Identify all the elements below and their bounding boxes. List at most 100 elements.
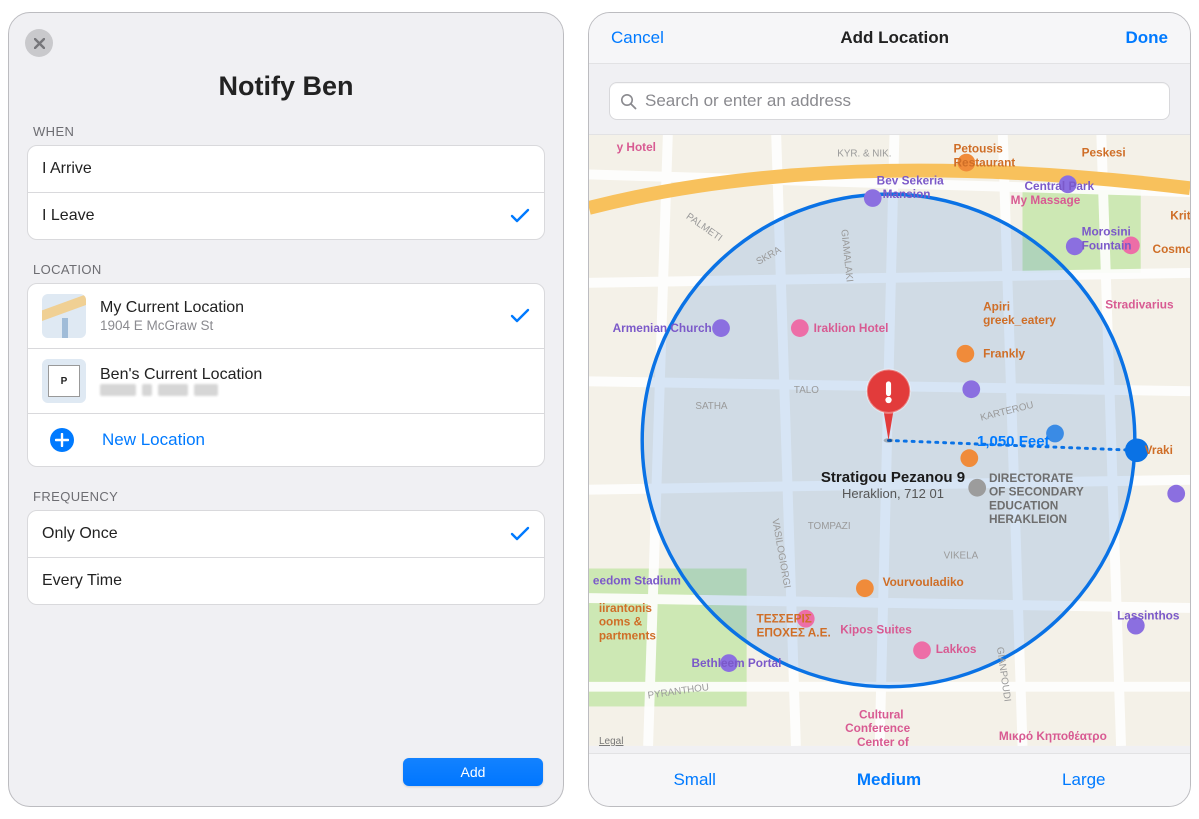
add-location-panel: Cancel Add Location Done Search or enter… (588, 12, 1191, 807)
size-large[interactable]: Large (1062, 770, 1105, 790)
svg-text:Peskesi: Peskesi (1082, 146, 1126, 160)
svg-text:Μικρό Κηποθέατρο: Μικρό Κηποθέατρο (999, 729, 1107, 743)
map-thumb-icon: P (42, 359, 86, 403)
location-card: My Current Location 1904 E McGraw St P B… (27, 283, 545, 467)
radius-label: 1,050 Feet (977, 433, 1050, 450)
svg-text:KYR. & NIK.: KYR. & NIK. (837, 149, 891, 160)
svg-text:Cosmos: Cosmos (1153, 242, 1190, 256)
svg-text:Apiri: Apiri (983, 299, 1010, 313)
checkmark-icon (510, 525, 530, 543)
svg-text:Stradivarius: Stradivarius (1105, 297, 1174, 311)
pin-city: Heraklion, 712 01 (821, 486, 965, 501)
svg-text:EDUCATION: EDUCATION (989, 498, 1058, 512)
section-frequency: FREQUENCY Only Once Every Time (27, 489, 545, 605)
size-tabs: Small Medium Large (589, 753, 1190, 806)
svg-text:Iraklion Hotel: Iraklion Hotel (814, 321, 889, 335)
frequency-option-label: Every Time (42, 572, 122, 590)
when-option-label: I Arrive (42, 160, 92, 178)
section-header-frequency: FREQUENCY (27, 489, 545, 510)
new-location-label: New Location (102, 430, 205, 450)
page-title: Notify Ben (27, 71, 545, 102)
cancel-button[interactable]: Cancel (611, 28, 664, 48)
map-thumb-icon (42, 294, 86, 338)
svg-text:Central Park: Central Park (1024, 179, 1094, 193)
svg-text:HERAKLEION: HERAKLEION (989, 512, 1067, 526)
frequency-option-once[interactable]: Only Once (28, 511, 544, 557)
location-subtitle-redacted (100, 384, 262, 396)
legal-link[interactable]: Legal (599, 736, 623, 747)
svg-text:VIKELA: VIKELA (944, 551, 979, 562)
svg-text:Conference: Conference (845, 721, 910, 735)
add-button-label: Add (461, 764, 486, 780)
notify-panel: Notify Ben WHEN I Arrive I Leave LOCATIO… (8, 12, 564, 807)
location-item-my-current[interactable]: My Current Location 1904 E McGraw St (28, 284, 544, 348)
svg-text:OF SECONDARY: OF SECONDARY (989, 485, 1084, 499)
svg-text:Mansion: Mansion (883, 187, 931, 201)
svg-text:Frankly: Frankly (983, 347, 1025, 361)
svg-text:Morosini: Morosini (1082, 224, 1131, 238)
when-card: I Arrive I Leave (27, 145, 545, 240)
navbar: Cancel Add Location Done (589, 13, 1190, 64)
when-option-arrive[interactable]: I Arrive (28, 146, 544, 192)
nav-title: Add Location (840, 28, 949, 48)
pin-address-label: Stratigou Pezanou 9 Heraklion, 712 01 (821, 469, 965, 501)
search-icon (620, 93, 637, 110)
svg-text:iirantonis: iirantonis (599, 601, 653, 615)
size-small[interactable]: Small (673, 770, 716, 790)
svg-text:SATHA: SATHA (695, 401, 728, 412)
svg-text:Armenian Church: Armenian Church (613, 321, 712, 335)
svg-text:Bev Sekeria: Bev Sekeria (877, 173, 944, 187)
svg-text:Kipos Suites: Kipos Suites (840, 623, 912, 637)
svg-text:TALO: TALO (794, 385, 819, 396)
map-canvas: Armenian Church Iraklion Hotel Apiri gre… (589, 135, 1190, 746)
svg-text:Lakkos: Lakkos (936, 642, 977, 656)
section-location: LOCATION My Current Location 1904 E McGr… (27, 262, 545, 467)
svg-text:ΕΠΟΧΕΣ Α.Ε.: ΕΠΟΧΕΣ Α.Ε. (756, 625, 830, 639)
svg-text:greek_eatery: greek_eatery (983, 313, 1056, 327)
svg-text:DIRECTORATE: DIRECTORATE (989, 471, 1073, 485)
size-medium[interactable]: Medium (857, 770, 921, 790)
frequency-option-label: Only Once (42, 525, 118, 543)
location-item-ben-current[interactable]: P Ben's Current Location (28, 348, 544, 413)
svg-text:Vourvouladiko: Vourvouladiko (883, 575, 964, 589)
svg-text:Petousis: Petousis (954, 142, 1004, 156)
location-title: My Current Location (100, 299, 244, 317)
when-option-leave[interactable]: I Leave (28, 192, 544, 239)
when-option-label: I Leave (42, 207, 94, 225)
done-button[interactable]: Done (1125, 28, 1168, 48)
svg-text:Kritiko: Kritiko (1170, 209, 1190, 223)
section-header-when: WHEN (27, 124, 545, 145)
search-placeholder: Search or enter an address (645, 91, 851, 111)
section-header-location: LOCATION (27, 262, 545, 283)
location-title: Ben's Current Location (100, 366, 262, 384)
frequency-option-every[interactable]: Every Time (28, 557, 544, 604)
add-button[interactable]: Add (403, 758, 543, 786)
search-input[interactable]: Search or enter an address (609, 82, 1170, 120)
checkmark-icon (510, 207, 530, 225)
svg-text:y Hotel: y Hotel (617, 140, 656, 154)
svg-text:partments: partments (599, 628, 657, 642)
svg-text:My Massage: My Massage (1011, 193, 1081, 207)
search-wrap: Search or enter an address (589, 64, 1190, 135)
svg-text:ooms &: ooms & (599, 615, 643, 629)
section-when: WHEN I Arrive I Leave (27, 124, 545, 240)
svg-text:Vraki: Vraki (1145, 443, 1173, 457)
new-location-button[interactable]: New Location (28, 413, 544, 466)
svg-text:Restaurant: Restaurant (954, 156, 1016, 170)
plus-icon (50, 428, 74, 452)
svg-text:ΤΕΣΣΕΡΙΣ: ΤΕΣΣΕΡΙΣ (756, 612, 811, 626)
map[interactable]: Armenian Church Iraklion Hotel Apiri gre… (589, 135, 1190, 753)
pin-address: Stratigou Pezanou 9 (821, 469, 965, 486)
svg-text:Fountain: Fountain (1082, 238, 1132, 252)
svg-text:Bethleem Portal: Bethleem Portal (691, 656, 781, 670)
svg-text:eedom Stadium: eedom Stadium (593, 573, 681, 587)
checkmark-icon (510, 307, 530, 325)
svg-text:TOMPAZI: TOMPAZI (808, 521, 851, 532)
svg-text:Cultural: Cultural (859, 707, 904, 721)
close-button[interactable] (25, 29, 53, 57)
frequency-card: Only Once Every Time (27, 510, 545, 605)
close-icon (34, 38, 45, 49)
svg-text:Center of: Center of (857, 735, 909, 746)
location-subtitle: 1904 E McGraw St (100, 318, 244, 333)
svg-text:Lassinthos: Lassinthos (1117, 609, 1180, 623)
